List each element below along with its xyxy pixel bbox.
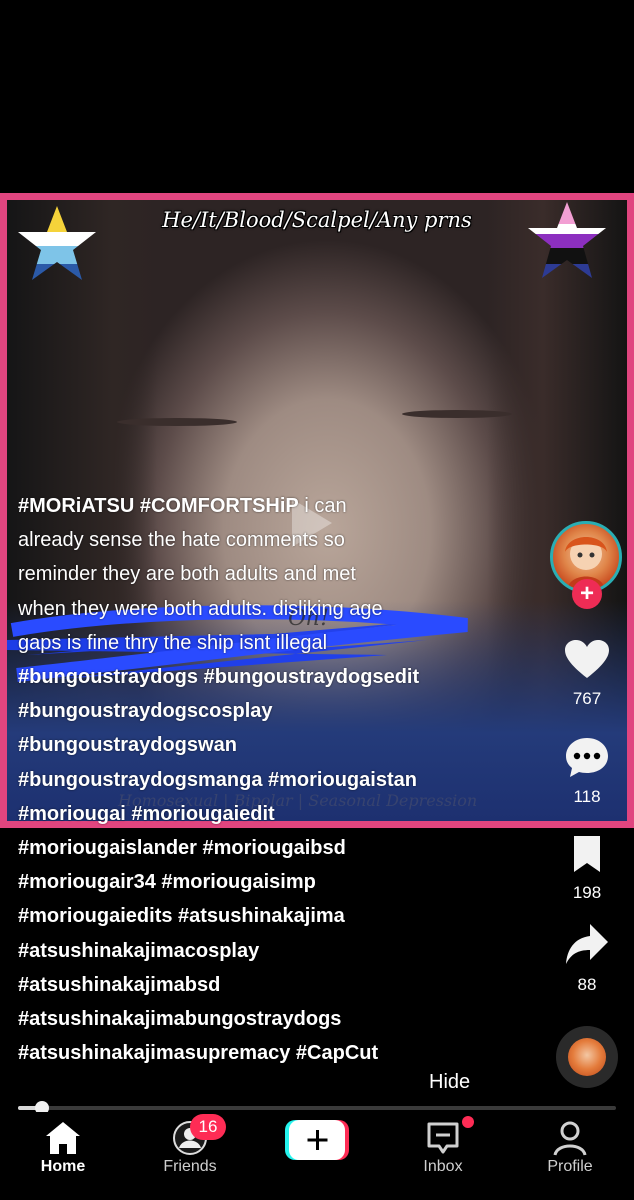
caption-line: already sense the hate comments so xyxy=(18,529,345,552)
hashtag-line[interactable]: #atsushinakajimabungostraydogs xyxy=(18,1002,530,1036)
hashtag-line[interactable]: #atsushinakajimabsd xyxy=(18,968,530,1002)
nav-inbox-label: Inbox xyxy=(423,1158,463,1175)
video-eye-right xyxy=(402,410,512,418)
inbox-icon xyxy=(427,1122,459,1154)
hashtag-line[interactable]: #moriougai #moriougaiedit xyxy=(18,797,530,831)
inbox-notification-dot xyxy=(462,1116,474,1128)
create-button[interactable] xyxy=(285,1118,349,1160)
comment-icon xyxy=(566,738,608,777)
video-caption[interactable]: #MORiATSU #COMFORTSHiP i can already sen… xyxy=(18,489,530,1070)
hashtag-line[interactable]: #moriougaislander #moriougaibsd xyxy=(18,831,530,865)
hashtag-line[interactable]: #moriougaiedits #atsushinakajima xyxy=(18,899,530,933)
comment-button[interactable]: 118 xyxy=(550,736,624,807)
nav-profile[interactable]: Profile xyxy=(520,1112,620,1192)
video-eye-left xyxy=(117,418,237,426)
sound-disc[interactable] xyxy=(556,1026,618,1088)
like-button[interactable]: 767 xyxy=(550,640,624,709)
bookmark-icon xyxy=(574,836,600,872)
nav-friends-label: Friends xyxy=(163,1158,217,1175)
caption-line: reminder they are both adults and met xyxy=(18,563,356,586)
share-count: 88 xyxy=(577,975,597,994)
like-count: 767 xyxy=(572,689,602,708)
share-arrow-icon xyxy=(566,924,608,964)
hashtag-line[interactable]: #moriougair34 #moriougaisimp xyxy=(18,865,530,899)
caption-line: when they were both adults. disliking ag… xyxy=(18,597,383,620)
follow-button[interactable]: + xyxy=(572,579,602,609)
nav-profile-label: Profile xyxy=(547,1158,593,1175)
hashtag-text[interactable]: #MORiATSU #COMFORTSHiP xyxy=(18,495,299,517)
caption-line: #MORiATSU #COMFORTSHiP i can xyxy=(18,489,530,523)
flag-star-left-icon xyxy=(18,206,96,280)
hashtag-line[interactable]: #bungoustraydogswan xyxy=(18,728,530,762)
save-count: 198 xyxy=(572,883,602,902)
create-plus-icon-bar xyxy=(307,1138,328,1142)
flag-star-right-icon xyxy=(528,202,606,278)
friends-notification-badge: 16 xyxy=(190,1114,226,1140)
hide-caption-button[interactable]: Hide xyxy=(429,1071,470,1094)
profile-icon xyxy=(553,1121,587,1156)
heart-icon xyxy=(565,640,609,678)
home-icon xyxy=(46,1122,80,1154)
comment-count: 118 xyxy=(573,787,601,806)
hashtag-line[interactable]: #atsushinakajimasupremacy #CapCut xyxy=(18,1036,530,1070)
nav-home[interactable]: Home xyxy=(13,1112,113,1192)
hashtag-line[interactable]: #bungoustraydogs #bungoustraydogsedit xyxy=(18,660,530,694)
hashtag-line[interactable]: #bungoustraydogscosplay xyxy=(18,694,530,728)
nav-home-label: Home xyxy=(40,1158,86,1175)
nav-inbox[interactable]: Inbox xyxy=(393,1112,493,1192)
video-progress-bar[interactable] xyxy=(18,1101,616,1115)
caption-line: gaps is fine thry the ship isnt illegal xyxy=(18,631,328,654)
save-button[interactable]: 198 xyxy=(550,834,624,903)
caption-text: i can xyxy=(298,495,347,517)
sound-disc-cover xyxy=(568,1038,606,1076)
share-button[interactable]: 88 xyxy=(550,922,624,995)
hashtag-line[interactable]: #bungoustraydogsmanga #moriougaistan xyxy=(18,763,530,797)
hashtag-line[interactable]: #atsushinakajimacosplay xyxy=(18,934,530,968)
